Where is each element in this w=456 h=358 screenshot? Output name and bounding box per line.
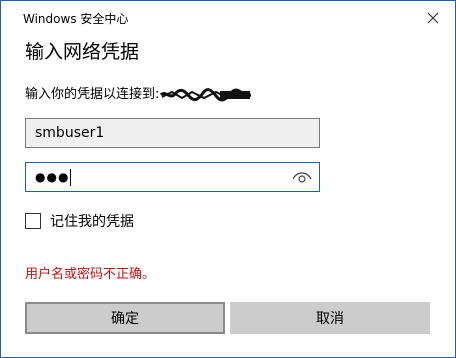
remember-credentials[interactable]: 记住我的凭据 xyxy=(25,211,134,231)
text-caret xyxy=(70,168,72,186)
dialog-heading: 输入网络凭据 xyxy=(25,41,140,63)
eye-icon xyxy=(292,172,312,183)
ok-button-label: 确定 xyxy=(111,311,139,327)
username-field[interactable]: smbuser1 xyxy=(25,118,320,148)
title-bar[interactable]: Windows 安全中心 xyxy=(1,1,455,35)
close-button[interactable] xyxy=(419,5,447,31)
password-field[interactable]: ●●● xyxy=(25,162,320,192)
password-mask: ●●● xyxy=(35,170,70,184)
credential-dialog: Windows 安全中心 输入网络凭据 输入你的凭据以连接到: smbuser1… xyxy=(0,0,456,358)
error-message: 用户名或密码不正确。 xyxy=(25,267,156,282)
window-title: Windows 安全中心 xyxy=(23,12,129,26)
cancel-button[interactable]: 取消 xyxy=(230,302,430,334)
cancel-button-label: 取消 xyxy=(316,311,344,327)
remember-label[interactable]: 记住我的凭据 xyxy=(50,211,134,231)
redaction-scribble-icon xyxy=(160,87,252,102)
username-value: smbuser1 xyxy=(35,125,105,141)
remember-checkbox[interactable] xyxy=(25,213,41,229)
close-icon xyxy=(427,12,439,24)
connect-prompt-text: 输入你的凭据以连接到: xyxy=(25,87,160,102)
reveal-password-button[interactable] xyxy=(292,170,312,184)
ok-button[interactable]: 确定 xyxy=(25,302,225,334)
connect-prompt: 输入你的凭据以连接到: xyxy=(25,83,252,102)
